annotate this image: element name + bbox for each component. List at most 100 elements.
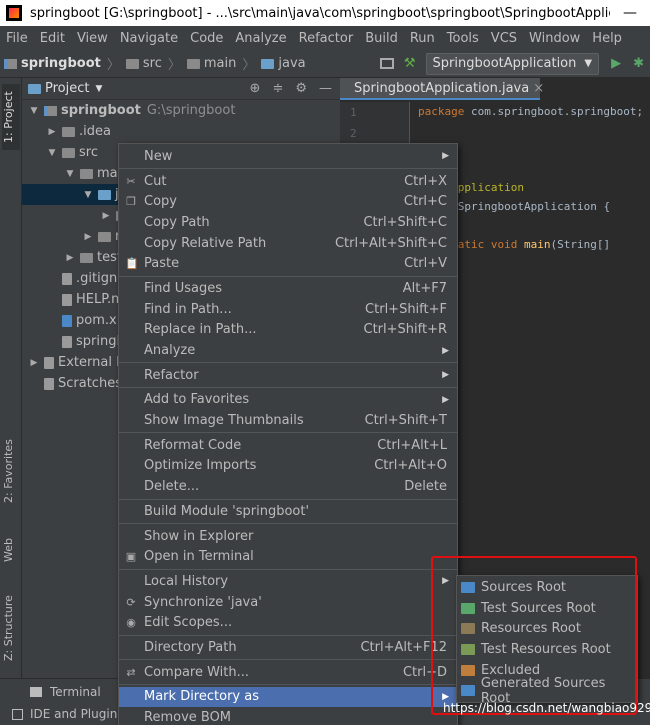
menu-item-optimize-imports[interactable]: Optimize Imports Ctrl+Alt+O [119,456,457,477]
menu-item-synchronize-java[interactable]: ⟳ Synchronize 'java' [119,592,457,613]
folder-icon [80,168,93,179]
menu-item-new[interactable]: New ▶ [119,146,457,167]
menu-separator [119,684,457,685]
menu-item-copy[interactable]: ❐ Copy Ctrl+C [119,191,457,212]
run-play-icon[interactable]: ▶ [611,56,621,71]
menu-item-label: Cut [144,173,167,189]
menu-item-find-in-path[interactable]: Find in Path... Ctrl+Shift+F [119,299,457,320]
menu-separator [119,432,457,434]
menu-item-cut[interactable]: ✂ Cut Ctrl+X [119,171,457,192]
menu-separator [119,275,457,277]
expand-arrow-icon[interactable]: ▼ [28,106,40,116]
menu-tools[interactable]: Tools [441,31,485,46]
menu-navigate[interactable]: Navigate [114,31,184,46]
breadcrumb-java[interactable]: java [257,56,309,71]
menu-separator [119,659,457,661]
menu-separator [119,362,457,364]
tree-item[interactable]: ▼ springboot G:\springboot [22,100,340,121]
menu-vcs[interactable]: VCS [485,31,523,46]
breadcrumb-src[interactable]: src [122,56,166,71]
menu-item-build-module-springboot[interactable]: Build Module 'springboot' [119,501,457,522]
tab-terminal[interactable]: Terminal [30,685,101,699]
menu-item-replace-in-path[interactable]: Replace in Path... Ctrl+Shift+R [119,320,457,341]
tree-item-label: .gitign [76,271,118,286]
menu-refactor[interactable]: Refactor [293,31,360,46]
menu-item-directory-path[interactable]: Directory Path Ctrl+Alt+F12 [119,637,457,658]
line-number: 1 [350,106,357,119]
menu-item-shortcut: Ctrl+Shift+T [364,413,447,429]
folder-icon [125,58,139,69]
menu-code[interactable]: Code [184,31,229,46]
menu-edit[interactable]: Edit [34,31,71,46]
expand-arrow-icon[interactable]: ▼ [46,148,58,158]
menu-item-remove-bom[interactable]: Remove BOM [119,707,457,725]
menu-item-show-in-explorer[interactable]: Show in Explorer [119,526,457,547]
breadcrumb-main[interactable]: main [183,56,240,71]
folder-icon [261,58,275,69]
folder-icon [98,231,111,242]
cut-icon: ✂ [126,174,136,188]
menu-item-label: Analyze [144,343,196,359]
locate-target-icon[interactable]: ⊕ [250,81,261,96]
expand-arrow-icon[interactable]: ▶ [28,358,40,368]
expand-arrow-icon[interactable]: ▶ [82,232,94,242]
tree-item-label: src [79,145,98,160]
menu-item-delete[interactable]: Delete... Delete [119,476,457,497]
hide-panel-icon[interactable]: — [319,81,332,96]
menu-separator [119,523,457,525]
menu-item-paste[interactable]: 📋 Paste Ctrl+V [119,253,457,274]
monitor-icon[interactable] [379,58,394,69]
menu-view[interactable]: View [71,31,114,46]
menu-run[interactable]: Run [404,31,441,46]
menu-item-refactor[interactable]: Refactor ▶ [119,365,457,386]
menu-item-label: Remove BOM [144,710,232,725]
close-icon[interactable]: × [533,81,544,96]
menu-item-edit-scopes[interactable]: ◉ Edit Scopes... [119,612,457,633]
expand-arrow-icon[interactable]: ▼ [64,169,76,179]
build-hammer-icon[interactable]: ⚒ [404,56,416,71]
expand-arrow-icon[interactable]: ▶ [64,253,76,263]
menu-build[interactable]: Build [359,31,404,46]
tree-item[interactable]: ▶ .idea [22,121,340,142]
watermark-url: https://blog.csdn.net/wangbiao9292 [443,701,650,715]
menu-separator [119,568,457,570]
menu-analyze[interactable]: Analyze [229,31,292,46]
run-configuration-select[interactable]: SpringbootApplication ▼ [425,52,600,75]
menu-item-copy-relative-path[interactable]: Copy Relative Path Ctrl+Alt+Shift+C [119,233,457,254]
menu-item-show-image-thumbnails[interactable]: Show Image Thumbnails Ctrl+Shift+T [119,410,457,431]
menu-item-add-to-favorites[interactable]: Add to Favorites ▶ [119,390,457,411]
menu-item-compare-with[interactable]: ⇄ Compare With... Ctrl+D [119,662,457,683]
menu-window[interactable]: Window [523,31,586,46]
tab-favorites[interactable]: 2: Favorites [2,436,20,506]
menu-item-shortcut: Ctrl+Alt+L [377,437,447,453]
tab-structure[interactable]: Z: Structure [2,590,20,666]
open-in-terminal-icon: ▣ [125,550,137,564]
menu-item-shortcut: Ctrl+Alt+O [374,458,447,474]
tab-project[interactable]: 1: Project [2,84,20,150]
project-panel-title[interactable]: Project [45,81,89,96]
tree-item-label: External Li [58,355,127,370]
menu-help[interactable]: Help [586,31,628,46]
expand-arrow-icon[interactable]: ▼ [82,190,94,200]
editor-tab-springbootapplication[interactable]: SpringbootApplication.java × [340,78,544,100]
menu-item-copy-path[interactable]: Copy Path Ctrl+Shift+C [119,212,457,233]
menu-file[interactable]: File [0,31,34,46]
gear-icon[interactable]: ⚙ [295,81,307,96]
expand-arrow-icon[interactable]: ▶ [46,127,58,137]
menu-item-reformat-code[interactable]: Reformat Code Ctrl+Alt+L [119,435,457,456]
menu-item-local-history[interactable]: Local History ▶ [119,571,457,592]
expand-arrow-icon[interactable]: ▶ [100,211,112,221]
tab-web[interactable]: Web [2,530,20,570]
folder-icon [62,147,75,158]
menu-item-analyze[interactable]: Analyze ▶ [119,340,457,361]
menu-item-open-in-terminal[interactable]: ▣ Open in Terminal [119,546,457,567]
menu-item-label: Delete... [144,479,200,495]
minimize-button[interactable]: — [610,5,650,21]
menu-item-mark-directory-as[interactable]: Mark Directory as ▶ [119,686,457,708]
debug-bug-icon[interactable]: ✱ [633,56,644,71]
menu-item-find-usages[interactable]: Find Usages Alt+F7 [119,278,457,299]
chevron-down-icon[interactable]: ▼ [95,84,102,94]
tree-item-label: springboot [61,103,141,118]
collapse-all-icon[interactable]: ≑ [272,81,283,96]
breadcrumb-project[interactable]: springboot [0,56,105,71]
